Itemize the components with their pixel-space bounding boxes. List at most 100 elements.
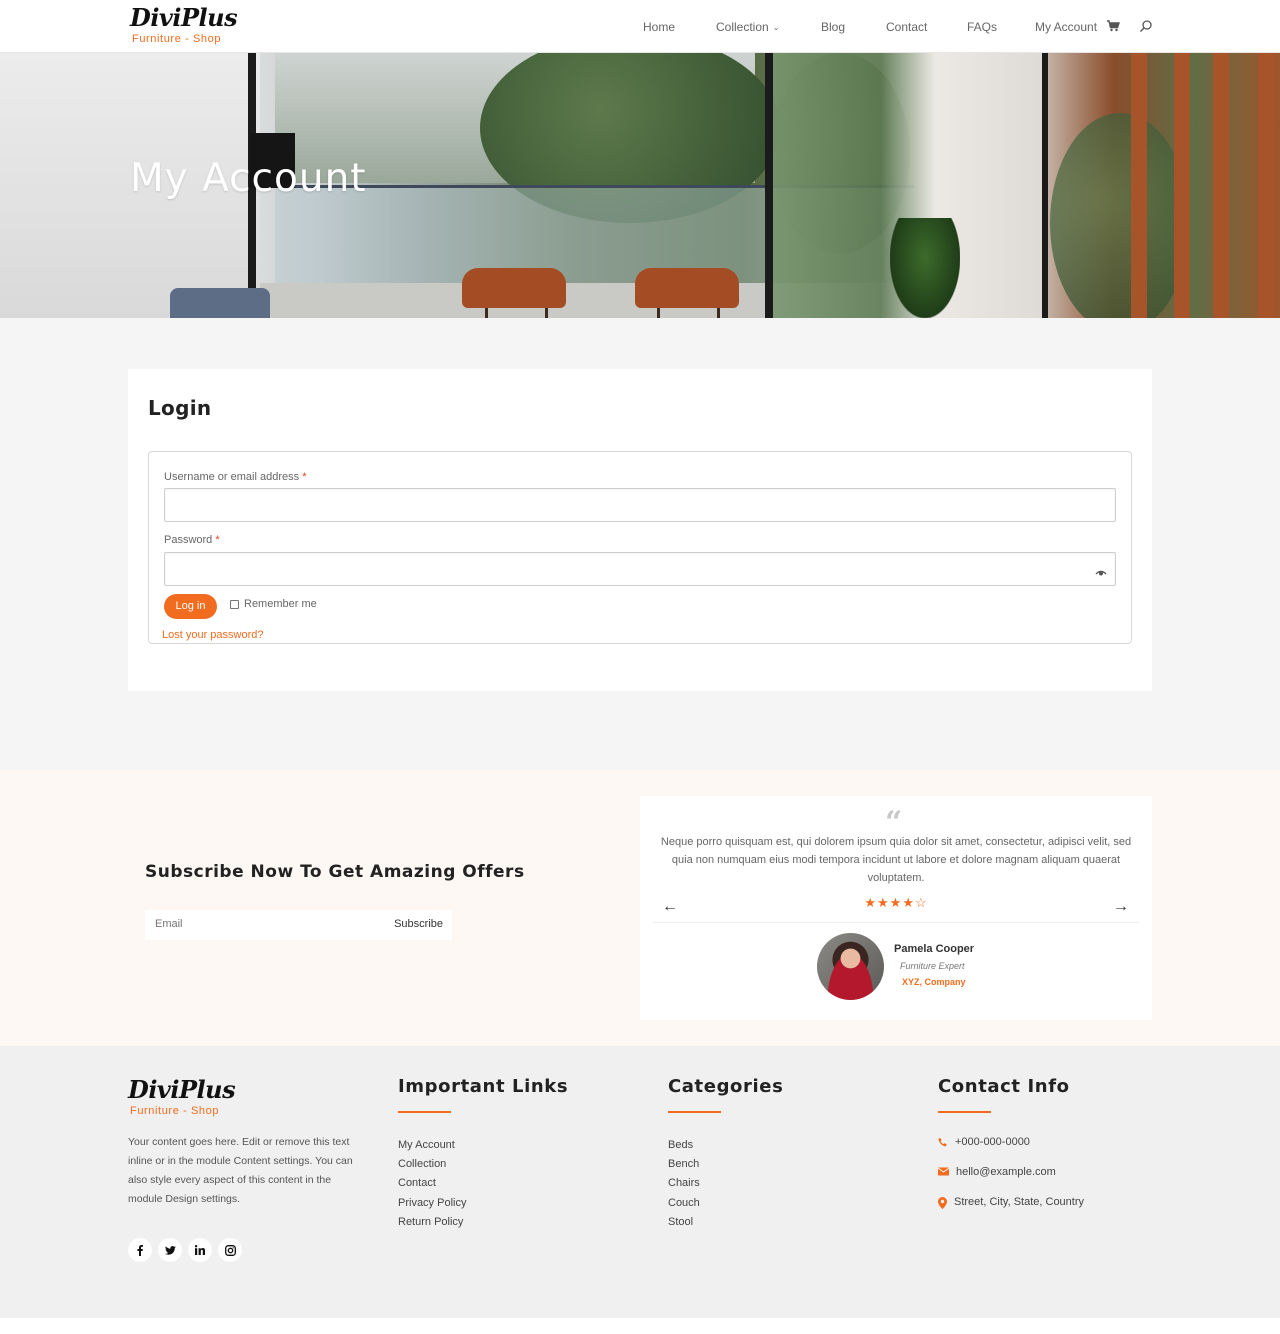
hero-image-beam xyxy=(1258,53,1274,318)
linkedin-icon[interactable] xyxy=(188,1238,212,1262)
nav-collection-label: Collection xyxy=(716,20,769,34)
logo-tagline: Furniture - Shop xyxy=(132,33,222,45)
contact-address-text: Street, City, State, Country xyxy=(954,1196,1085,1208)
username-label-text: Username or email address xyxy=(164,471,300,483)
subscribe-section: Subscribe Now To Get Amazing Offers Subs… xyxy=(0,770,1280,1046)
nav-my-account[interactable]: My Account xyxy=(1035,19,1097,35)
important-links-heading: Important Links xyxy=(398,1076,569,1097)
contact-info-heading: Contact Info xyxy=(938,1076,1070,1097)
footer-logo[interactable]: DiviPlus Furniture - Shop xyxy=(128,1075,236,1118)
hero-image-chair-leg xyxy=(657,308,660,318)
envelope-icon xyxy=(938,1167,949,1176)
password-label-text: Password xyxy=(164,534,213,546)
contact-address[interactable]: Street, City, State, Country xyxy=(938,1196,1084,1226)
subscribe-email-input[interactable] xyxy=(155,918,355,930)
facebook-icon[interactable] xyxy=(128,1238,152,1262)
site-footer: DiviPlus Furniture - Shop Your content g… xyxy=(0,1046,1280,1318)
category-link-beds[interactable]: Beds xyxy=(668,1136,783,1155)
required-mark: * xyxy=(215,534,220,546)
site-header: DiviPlus Furniture - Shop Home Collectio… xyxy=(0,0,1280,53)
arrow-right-icon[interactable]: → xyxy=(1113,898,1129,916)
map-pin-icon xyxy=(938,1197,947,1209)
testimonial-divider xyxy=(653,922,1139,923)
phone-icon xyxy=(938,1138,947,1147)
category-link-stool[interactable]: Stool xyxy=(668,1213,783,1232)
footer-categories: Categories Beds Bench Chairs Couch Stool xyxy=(668,1076,783,1232)
footer-link-collection[interactable]: Collection xyxy=(398,1155,568,1174)
login-section: Login Username or email address * Passwo… xyxy=(0,318,1280,770)
cart-icon[interactable] xyxy=(1106,19,1122,35)
important-links-list: My Account Collection Contact Privacy Po… xyxy=(398,1136,568,1232)
hero-image-chair xyxy=(462,268,566,308)
login-form: Username or email address * Password * L… xyxy=(148,451,1132,644)
categories-heading: Categories xyxy=(668,1076,784,1097)
subscribe-form: Subscribe xyxy=(145,910,452,940)
hero-image-plant xyxy=(890,218,960,318)
subscribe-button[interactable]: Subscribe xyxy=(394,918,443,930)
page-title: My Account xyxy=(130,156,367,201)
login-button[interactable]: Log in xyxy=(164,594,217,619)
logo-name: DiviPlus xyxy=(130,3,238,32)
contact-phone-text: +000-000-0000 xyxy=(955,1136,1030,1148)
category-link-couch[interactable]: Couch xyxy=(668,1194,783,1213)
twitter-icon[interactable] xyxy=(158,1238,182,1262)
password-label: Password * xyxy=(164,534,220,546)
nav-contact[interactable]: Contact xyxy=(886,19,927,35)
testimonial-text: Neque porro quisquam est, qui dolorem ip… xyxy=(660,836,1132,884)
testimonial-company: XYZ, Company xyxy=(902,977,966,987)
search-icon[interactable] xyxy=(1139,19,1155,35)
social-links xyxy=(128,1238,242,1262)
footer-important-links: Important Links My Account Collection Co… xyxy=(398,1076,568,1232)
hero-image-beam xyxy=(1131,53,1147,318)
username-label: Username or email address * xyxy=(164,471,306,483)
footer-link-contact[interactable]: Contact xyxy=(398,1174,568,1193)
footer-logo-tagline: Furniture - Shop xyxy=(130,1105,220,1117)
nav-collection[interactable]: Collection ⌄ xyxy=(716,19,779,36)
heading-underline xyxy=(398,1111,451,1113)
footer-link-privacy-policy[interactable]: Privacy Policy xyxy=(398,1194,568,1213)
hero-banner: My Account xyxy=(0,53,1280,318)
categories-list: Beds Bench Chairs Couch Stool xyxy=(668,1136,783,1232)
show-password-eye-icon[interactable] xyxy=(1095,564,1107,576)
footer-link-return-policy[interactable]: Return Policy xyxy=(398,1213,568,1232)
site-logo[interactable]: DiviPlus Furniture - Shop xyxy=(130,3,238,46)
contact-email[interactable]: hello@example.com xyxy=(938,1166,1084,1196)
footer-link-my-account[interactable]: My Account xyxy=(398,1136,568,1155)
instagram-icon[interactable] xyxy=(218,1238,242,1262)
chevron-down-icon: ⌄ xyxy=(772,22,780,32)
avatar xyxy=(817,933,884,1000)
hero-image-tree xyxy=(1050,113,1190,318)
hero-image-chair-leg xyxy=(717,308,720,318)
hero-image-chair-leg xyxy=(485,308,488,318)
login-card: Login Username or email address * Passwo… xyxy=(128,369,1152,691)
hero-image-frame xyxy=(765,53,773,318)
testimonial-card: “ Neque porro quisquam est, qui dolorem … xyxy=(640,796,1152,1020)
category-link-chairs[interactable]: Chairs xyxy=(668,1174,783,1193)
required-mark: * xyxy=(302,471,307,483)
remember-me[interactable]: Remember me xyxy=(230,598,317,610)
hero-image-beam xyxy=(1174,53,1190,318)
hero-image-beam xyxy=(1213,53,1229,318)
remember-me-label: Remember me xyxy=(244,598,317,610)
contact-phone[interactable]: +000-000-0000 xyxy=(938,1136,1084,1166)
testimonial-role: Furniture Expert xyxy=(900,961,965,971)
nav-faqs[interactable]: FAQs xyxy=(967,19,997,35)
hero-image-chair-leg xyxy=(545,308,548,318)
footer-contact-info: Contact Info +000-000-0000 hello@example… xyxy=(938,1076,1084,1226)
password-field xyxy=(164,552,1116,586)
nav-blog[interactable]: Blog xyxy=(821,19,845,35)
hero-image-frame xyxy=(1042,53,1048,318)
heading-underline xyxy=(668,1111,721,1113)
lost-password-link[interactable]: Lost your password? xyxy=(162,629,264,641)
password-input[interactable] xyxy=(165,553,1115,585)
remember-me-checkbox[interactable] xyxy=(230,599,239,609)
category-link-bench[interactable]: Bench xyxy=(668,1155,783,1174)
username-input[interactable] xyxy=(164,488,1116,522)
footer-logo-name: DiviPlus xyxy=(128,1075,236,1104)
heading-underline xyxy=(938,1111,991,1113)
contact-list: +000-000-0000 hello@example.com Street, … xyxy=(938,1136,1084,1226)
nav-home[interactable]: Home xyxy=(643,19,675,35)
login-heading: Login xyxy=(148,396,212,420)
hero-image-sofa xyxy=(170,288,270,318)
testimonial-name: Pamela Cooper xyxy=(894,943,975,955)
